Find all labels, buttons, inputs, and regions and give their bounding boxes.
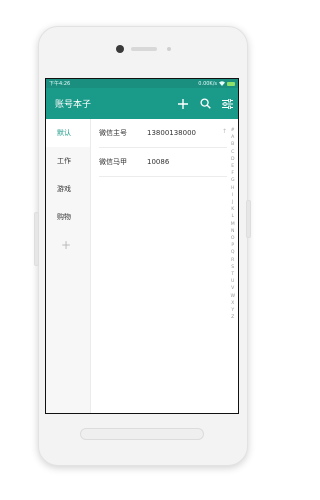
earpiece-speaker [131,47,157,51]
index-letter[interactable]: R [230,257,235,264]
app-bar: 账号本子 [46,88,238,119]
home-button [80,428,204,440]
group-item-games[interactable]: 游戏 [46,175,90,203]
index-letter[interactable]: E [230,163,235,170]
index-letter[interactable]: U [230,278,235,285]
group-label: 游戏 [57,185,71,193]
app-screen: 下午4:26 0.00K/s 账号本子 默认 工作 游戏 购物 + 微信主号 1… [45,78,239,414]
add-account-button[interactable] [172,93,194,115]
index-letter[interactable]: G [230,177,235,184]
index-letter[interactable]: Y [230,307,235,314]
filter-button[interactable] [216,93,238,115]
status-net-speed: 0.00K/s [198,80,217,87]
index-letter[interactable]: V [230,285,235,292]
power-button [246,200,251,238]
proximity-sensor [167,47,171,51]
index-letter[interactable]: H [230,185,235,192]
index-letter[interactable]: N [230,228,235,235]
list-item[interactable]: 微信马甲 10086 [99,148,227,177]
index-letter[interactable]: F [230,170,235,177]
index-letter[interactable]: D [230,156,235,163]
index-letter[interactable]: S [230,264,235,271]
group-item-work[interactable]: 工作 [46,147,90,175]
group-sidebar: 默认 工作 游戏 购物 + [46,119,91,413]
filter-icon [221,98,233,109]
index-letter[interactable]: O [230,235,235,242]
index-letter[interactable]: P [230,242,235,249]
index-letter[interactable]: C [230,149,235,156]
index-letter[interactable]: T [230,271,235,278]
account-value: 13800138000 [147,129,196,137]
index-letter[interactable]: L [230,213,235,220]
group-item-shopping[interactable]: 购物 [46,203,90,231]
index-letter[interactable]: B [230,141,235,148]
index-letter[interactable]: Z [230,314,235,321]
account-value: 10086 [147,158,170,166]
index-letter[interactable]: I [230,192,235,199]
index-letter[interactable]: M [230,221,235,228]
plus-icon [178,98,188,109]
add-group-icon: + [61,238,72,252]
status-indicators: 0.00K/s [198,81,235,87]
index-letter[interactable]: W [230,293,235,300]
group-label: 工作 [57,157,71,165]
group-item-default[interactable]: 默认 [46,119,90,147]
list-item[interactable]: 微信主号 13800138000 ↑ [99,119,227,148]
front-camera [116,45,124,53]
index-letter[interactable]: A [230,134,235,141]
main-content: 默认 工作 游戏 购物 + 微信主号 13800138000 ↑ 微信马甲 10… [46,119,238,413]
group-label: 购物 [57,213,71,221]
index-letter[interactable]: Q [230,249,235,256]
search-button[interactable] [194,93,216,115]
app-title: 账号本子 [55,100,92,110]
battery-icon [227,81,235,86]
account-name: 微信马甲 [99,158,127,166]
account-name: 微信主号 [99,129,127,137]
index-letter[interactable]: X [230,300,235,307]
index-letter[interactable]: K [230,206,235,213]
index-letter[interactable]: J [230,199,235,206]
index-letter[interactable]: # [230,127,235,134]
search-icon [199,98,211,109]
account-list: 微信主号 13800138000 ↑ 微信马甲 10086 # A B C D E F G H I… [91,119,238,413]
group-label: 默认 [57,129,71,137]
volume-button [34,212,39,266]
add-group-button[interactable]: + [46,231,90,259]
status-bar: 下午4:26 0.00K/s [46,79,238,88]
pin-icon[interactable]: ↑ [222,128,227,135]
wifi-icon [219,81,225,86]
alphabet-index-bar[interactable]: # A B C D E F G H I J K L M N O P Q R S T U V W X Y Z [230,127,235,321]
status-time: 下午4:26 [49,81,71,87]
